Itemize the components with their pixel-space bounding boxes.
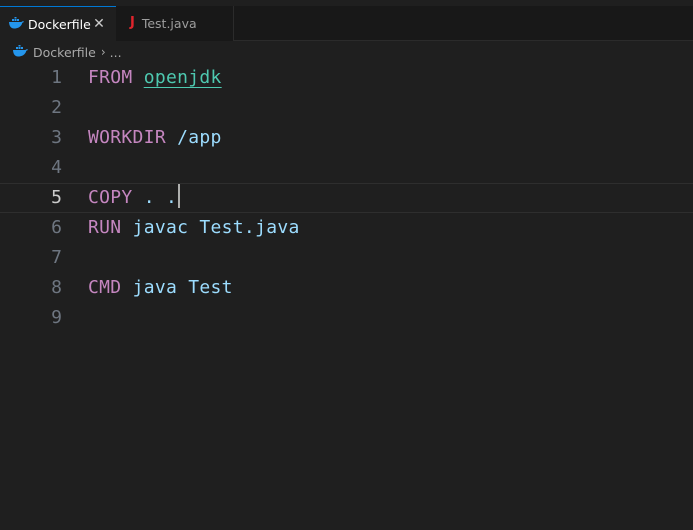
image-name-link[interactable]: openjdk: [144, 67, 222, 88]
line-number: 3: [51, 127, 62, 148]
line-number: 1: [51, 67, 62, 88]
tab-dockerfile[interactable]: Dockerfile ✕: [0, 6, 116, 41]
code-line[interactable]: 2: [0, 93, 693, 123]
code-editor[interactable]: 1 FROM openjdk 2 3 WORKDIR /app 4 5 COPY…: [0, 63, 693, 530]
docker-whale-icon: [8, 16, 24, 32]
tab-test-java[interactable]: J Test.java: [116, 6, 234, 41]
code-keyword: RUN: [88, 217, 122, 238]
code-line[interactable]: 1 FROM openjdk: [0, 63, 693, 93]
line-number: 7: [51, 247, 62, 268]
code-keyword: WORKDIR: [88, 127, 166, 148]
line-number: 9: [51, 307, 62, 328]
tab-label: Dockerfile: [28, 16, 91, 32]
line-number: 2: [51, 97, 62, 118]
chevron-right-icon: ›: [100, 45, 106, 59]
code-argument: java Test: [132, 277, 233, 298]
line-number: 5: [51, 187, 62, 208]
tab-label: Test.java: [141, 16, 197, 31]
code-line[interactable]: 7: [0, 243, 693, 273]
code-argument: javac Test.java: [132, 217, 300, 238]
breadcrumb: Dockerfile › ...: [0, 41, 693, 63]
editor-window: Dockerfile ✕ J Test.java Dockerfile › ..…: [0, 0, 693, 530]
code-argument: . .: [143, 187, 178, 208]
breadcrumb-file[interactable]: Dockerfile: [33, 45, 96, 60]
code-line[interactable]: 4: [0, 153, 693, 183]
java-icon: J: [130, 15, 135, 30]
code-line[interactable]: 6 RUN javac Test.java: [0, 213, 693, 243]
line-number: 8: [51, 277, 62, 298]
close-icon[interactable]: ✕: [91, 16, 107, 32]
code-argument: /app: [177, 127, 222, 148]
code-keyword: CMD: [88, 277, 122, 298]
tab-bar: Dockerfile ✕ J Test.java: [0, 0, 693, 41]
code-keyword: COPY: [88, 187, 133, 208]
code-line[interactable]: 8 CMD java Test: [0, 273, 693, 303]
code-line[interactable]: 3 WORKDIR /app: [0, 123, 693, 153]
code-keyword: FROM: [88, 67, 133, 88]
text-cursor: [178, 184, 181, 208]
breadcrumb-rest[interactable]: ...: [110, 45, 122, 60]
current-code-line[interactable]: 5 COPY . .: [0, 183, 693, 213]
line-number: 4: [51, 157, 62, 178]
docker-whale-icon: [12, 44, 33, 60]
line-number: 6: [51, 217, 62, 238]
code-line[interactable]: 9: [0, 303, 693, 333]
